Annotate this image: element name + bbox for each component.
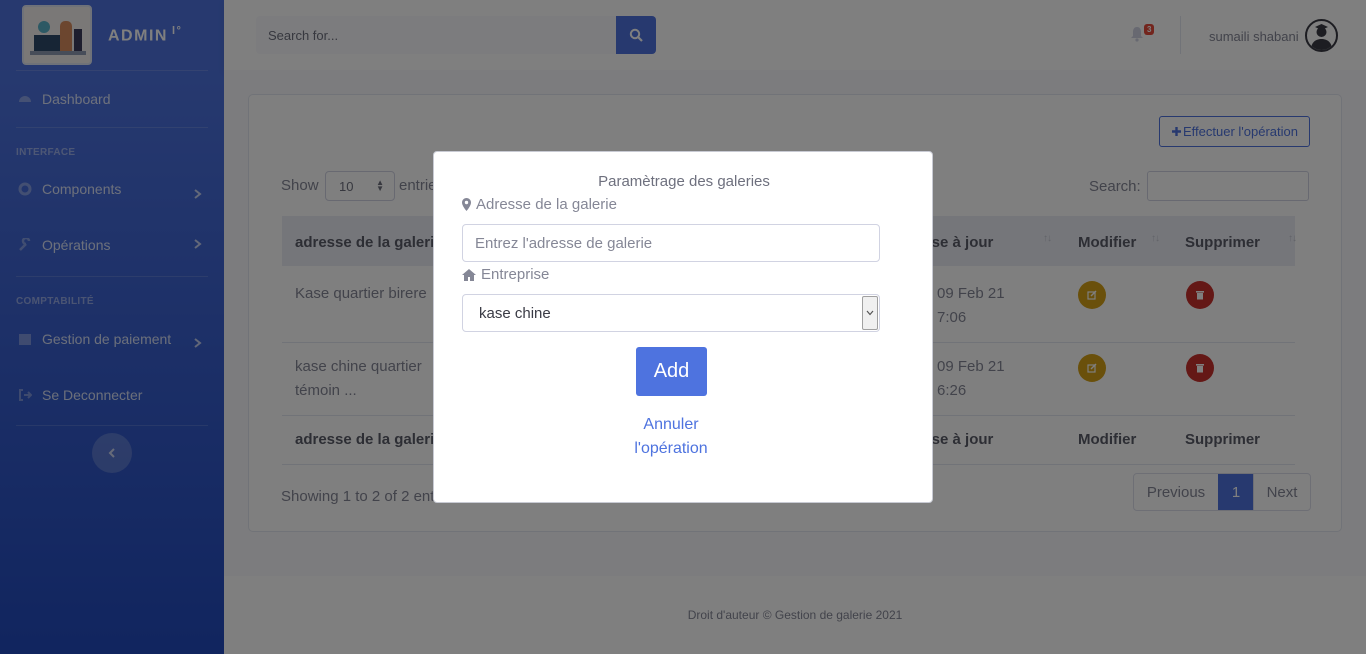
company-label: Entreprise <box>462 266 549 283</box>
chevron-down-icon <box>862 296 878 330</box>
modal-title: Paramètrage des galeries <box>598 173 770 190</box>
add-button[interactable]: Add <box>636 347 707 396</box>
cancel-link-line: Annuler <box>643 416 699 433</box>
company-select-value: kase chine <box>479 304 551 322</box>
address-label-text: Adresse de la galerie <box>476 196 617 213</box>
address-label: Adresse de la galerie <box>462 196 617 213</box>
company-label-text: Entreprise <box>481 266 550 283</box>
cancel-operation-link[interactable]: Annuler l'opération <box>618 413 724 461</box>
gallery-settings-modal: Paramètrage des galeries Adresse de la g… <box>433 151 933 503</box>
company-select[interactable]: kase chine <box>462 294 880 332</box>
home-icon <box>462 268 476 281</box>
cancel-link-line: l'opération <box>634 440 708 457</box>
address-input[interactable]: Entrez l'adresse de galerie <box>462 224 880 262</box>
map-marker-icon <box>462 198 471 211</box>
